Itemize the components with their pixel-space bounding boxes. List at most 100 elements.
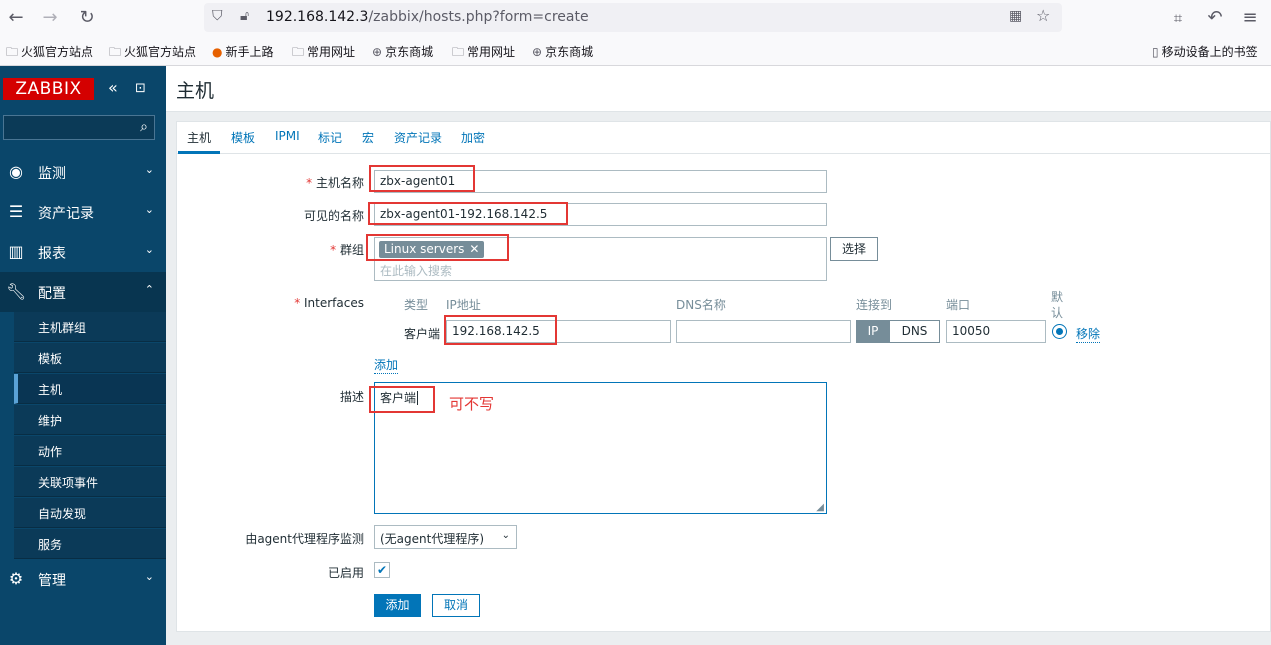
submenu-discovery[interactable]: 自动发现 (14, 498, 166, 528)
tab-templates[interactable]: 模板 (231, 129, 255, 146)
connect-dns-toggle[interactable]: DNS (889, 320, 940, 343)
bar-chart-icon: ▥ (8, 242, 24, 261)
sidebar-search-input[interactable]: ⌕ (3, 115, 155, 140)
add-interface-link[interactable]: 添加 (374, 356, 399, 374)
default-interface-radio[interactable] (1052, 324, 1067, 339)
iface-col-ip: IP地址 (446, 298, 481, 312)
tab-inventory[interactable]: 资产记录 (394, 129, 442, 146)
submenu-hosts[interactable]: 主机 (14, 374, 166, 404)
eye-icon: ◉ (9, 162, 23, 181)
menu-inventory[interactable]: ☰ 资产记录 ⌄ (0, 192, 166, 232)
highlight-box (368, 202, 568, 225)
submenu-label: 主机 (38, 383, 63, 397)
collapse-sidebar-icon[interactable]: « (108, 78, 118, 97)
qr-code-icon[interactable]: ▦ (1009, 8, 1022, 24)
iface-type-agent: 客户端 (404, 327, 441, 341)
bookmark-label: 新手上路 (225, 45, 274, 59)
enabled-checkbox[interactable]: ✔ (374, 562, 390, 578)
tab-ipmi[interactable]: IPMI (275, 129, 300, 143)
bookmark-item[interactable]: ⊕ 京东商城 (372, 43, 433, 60)
bookmark-item[interactable]: 🗀︎ 常用网址 (452, 43, 515, 64)
remove-interface-link[interactable]: 移除 (1076, 325, 1101, 343)
submenu-maintenance[interactable]: 维护 (14, 405, 166, 435)
enabled-label: 已启用 (327, 566, 364, 580)
interfaces-label: * Interfaces (294, 296, 364, 310)
tab-bar: 主机 模板 IPMI 标记 宏 资产记录 加密 (176, 121, 1271, 154)
select-groups-button[interactable]: 选择 (830, 237, 878, 261)
submenu-label: 模板 (38, 352, 63, 366)
menu-label: 资产记录 (38, 206, 94, 222)
kiosk-mode-icon[interactable]: ⊡ (135, 81, 146, 96)
search-icon[interactable]: ⌕ (140, 119, 148, 135)
menu-monitoring[interactable]: ◉ 监测 ⌄ (0, 152, 166, 192)
annotation-optional: 可不写 (449, 395, 495, 413)
iface-col-default-1: 默 (1051, 290, 1064, 304)
menu-label: 报表 (38, 246, 66, 262)
menu-label: 配置 (38, 286, 66, 302)
star-icon[interactable]: ☆ (1036, 6, 1050, 25)
tab-tags[interactable]: 标记 (318, 129, 342, 146)
menu-reports[interactable]: ▥ 报表 ⌄ (0, 232, 166, 272)
menu-icon[interactable]: ≡ (1238, 6, 1262, 30)
bookmark-label: 火狐官方站点 (21, 45, 94, 59)
groups-search-placeholder[interactable]: 在此输入搜索 (380, 262, 452, 279)
url-text[interactable]: 192.168.142.3/zabbix/hosts.php?form=crea… (266, 9, 589, 25)
resize-handle-icon[interactable]: ◢ (816, 502, 824, 513)
connect-ip-toggle[interactable]: IP (856, 320, 890, 343)
bookmark-item[interactable]: 🗀︎ 常用网址 (292, 43, 355, 64)
crop-icon[interactable]: ⌗ (1166, 6, 1190, 30)
bookmark-item[interactable]: 🗀︎ 火狐官方站点 (6, 43, 93, 64)
browser-toolbar: ← → ↻ ⛉ 🔓︎ 192.168.142.3/zabbix/hosts.ph… (0, 0, 1271, 36)
wrench-icon: 🔧︎ (6, 282, 27, 301)
submenu-services[interactable]: 服务 (14, 529, 166, 559)
iface-col-connect: 连接到 (856, 298, 893, 312)
shield-icon[interactable]: ⛉ (212, 8, 223, 24)
host-name-label: * 主机名称 (306, 176, 364, 190)
sidebar: ZABBIX « ⊡ ⌕ ◉ 监测 ⌄ ☰ 资产记录 ⌄ ▥ 报表 ⌄ 🔧︎ 配… (0, 66, 166, 645)
menu-administration[interactable]: ⚙ 管理 ⌄ (0, 559, 166, 599)
highlight-box (444, 315, 557, 345)
highlight-box (369, 165, 475, 192)
undo-icon[interactable]: ↶ (1203, 6, 1227, 30)
highlight-box (369, 386, 435, 413)
tab-macros[interactable]: 宏 (362, 129, 374, 146)
folder-icon: 🗀︎ (452, 45, 465, 59)
insecure-lock-icon[interactable]: 🔓︎ (240, 8, 249, 24)
iface-port-input[interactable]: 10050 (946, 320, 1046, 343)
submenu-label: 关联项事件 (38, 476, 99, 490)
globe-icon: ⊕ (532, 45, 543, 59)
submenu-actions[interactable]: 动作 (14, 436, 166, 466)
tab-host[interactable]: 主机 (187, 129, 211, 146)
chevron-down-icon: ⌄ (144, 570, 154, 583)
globe-icon: ⊕ (372, 45, 383, 59)
submenu-templates[interactable]: 模板 (14, 343, 166, 373)
iface-dns-input[interactable] (676, 320, 851, 343)
list-icon: ☰ (8, 202, 24, 221)
bookmark-label: 常用网址 (307, 45, 356, 59)
bookmarks-bar: 🗀︎ 火狐官方站点 🗀︎ 火狐官方站点 ● 新手上路 🗀︎ 常用网址 ⊕ 京东商城 🗀︎ 常… (0, 36, 1271, 66)
submenu-host-groups[interactable]: 主机群组 (14, 312, 166, 342)
mobile-icon: ▯ (1152, 45, 1159, 59)
folder-icon: 🗀︎ (109, 45, 122, 59)
description-textarea[interactable]: 客户端 ◢ (374, 382, 827, 514)
add-button[interactable]: 添加 (374, 594, 421, 617)
forward-arrow-icon[interactable]: → (38, 6, 62, 30)
proxy-select[interactable]: (无agent代理程序) ⌄ (374, 525, 517, 549)
page-header: 主机 (166, 66, 1271, 112)
menu-configuration[interactable]: 🔧︎ 配置 ⌃ (0, 272, 166, 312)
url-host: 192.168.142.3 (266, 9, 369, 25)
iface-col-default-2: 认 (1051, 306, 1064, 320)
proxy-selected-value: (无agent代理程序) (380, 532, 485, 546)
back-arrow-icon[interactable]: ← (4, 6, 28, 30)
url-bar[interactable]: ⛉ 🔓︎ 192.168.142.3/zabbix/hosts.php?form… (204, 3, 1062, 32)
reload-icon[interactable]: ↻ (75, 6, 99, 30)
bookmark-item[interactable]: ⊕ 京东商城 (532, 43, 593, 60)
submenu-event-correlation[interactable]: 关联项事件 (14, 467, 166, 497)
zabbix-logo[interactable]: ZABBIX (3, 78, 94, 100)
bookmark-item[interactable]: 🗀︎ 火狐官方站点 (109, 43, 196, 64)
url-path: /zabbix/hosts.php?form=create (368, 9, 589, 25)
cancel-button[interactable]: 取消 (432, 594, 480, 617)
bookmark-item[interactable]: ● 新手上路 (212, 43, 274, 60)
tab-encryption[interactable]: 加密 (461, 129, 485, 146)
mobile-bookmarks[interactable]: ▯ 移动设备上的书签 (1152, 43, 1258, 60)
